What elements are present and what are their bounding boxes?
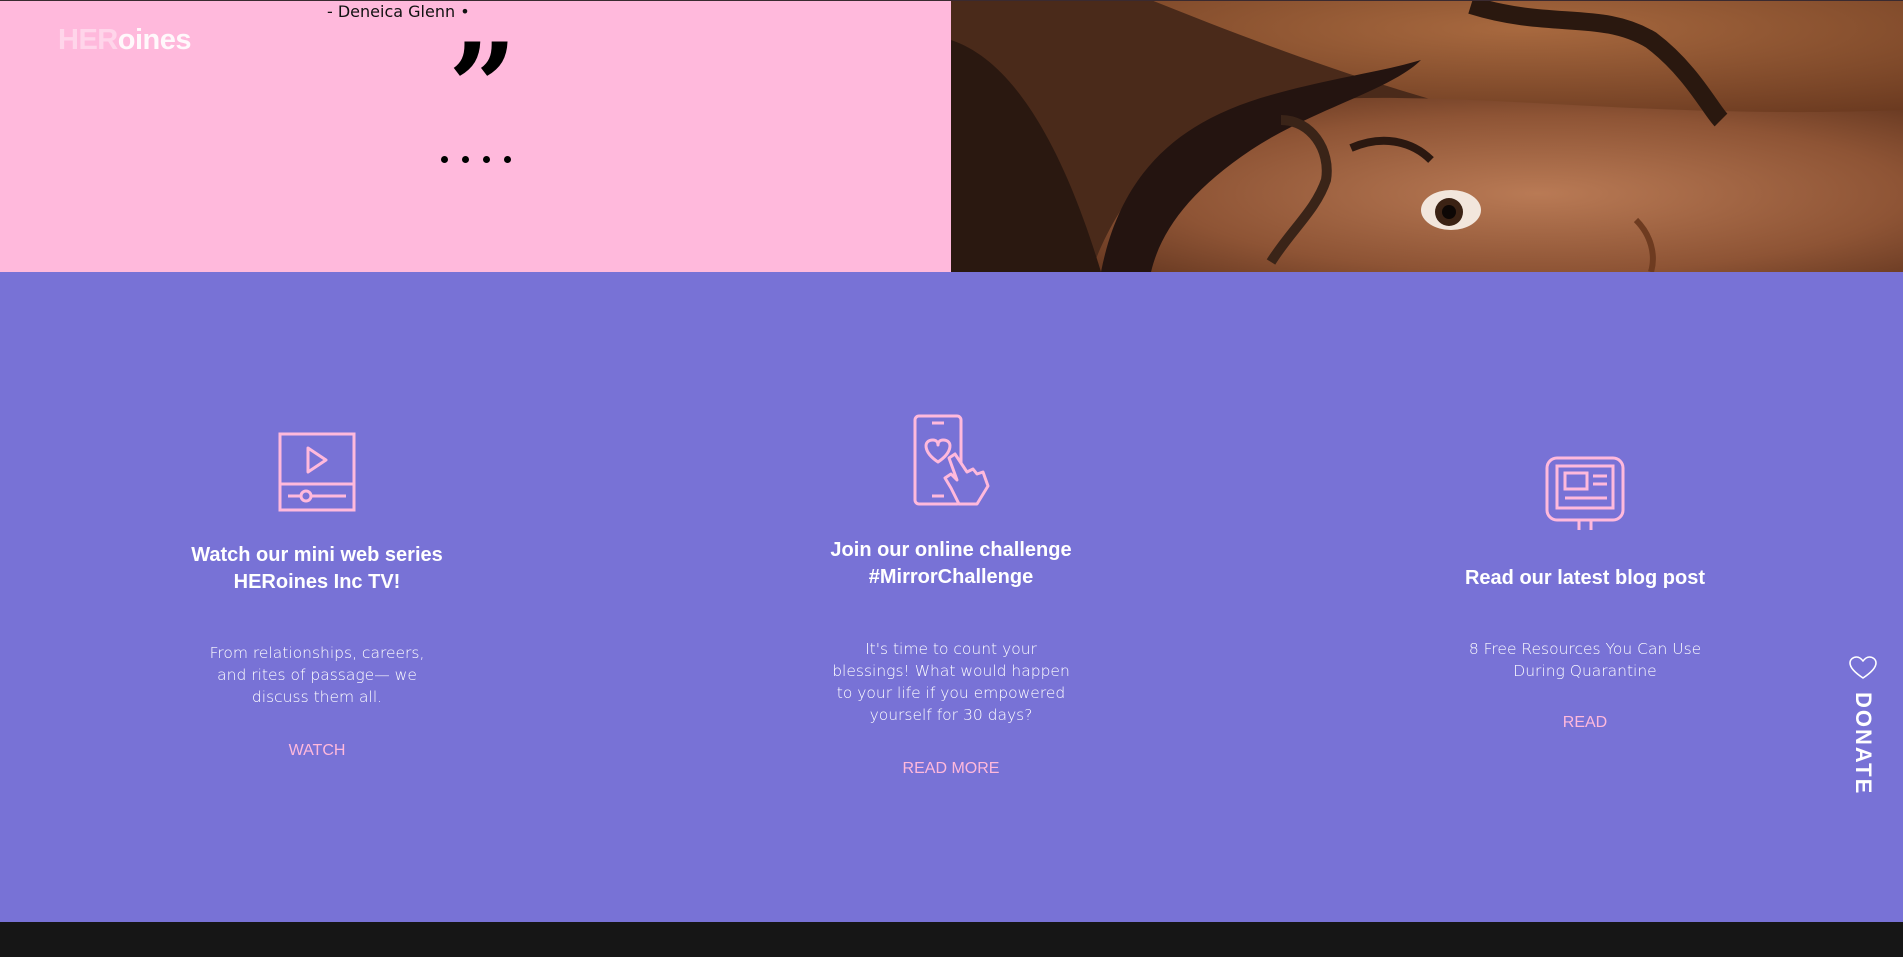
page-footer xyxy=(0,922,1903,957)
portrait-illustration xyxy=(951,0,1903,272)
slider-dot-2[interactable] xyxy=(462,156,469,163)
donate-button[interactable]: DONATE xyxy=(1840,656,1886,795)
feature-title: Read our latest blog post xyxy=(1268,565,1902,592)
feature-title: Watch our mini web series HERoines Inc T… xyxy=(0,542,634,596)
slider-dot-4[interactable] xyxy=(504,156,511,163)
hero-photo xyxy=(951,0,1903,272)
feature-description: 8 Free Resources You Can Use During Quar… xyxy=(1468,640,1702,680)
feature-title-line1: Join our online challenge xyxy=(830,539,1072,561)
feature-title-line2: #MirrorChallenge xyxy=(868,566,1034,588)
testimonial-hero: HERoines - Deneica Glenn • ” xyxy=(0,0,1903,272)
logo-text-oines: oines xyxy=(117,24,192,56)
quote-mark-icon: ” xyxy=(448,28,518,128)
feature-title-line2: HERoines Inc TV! xyxy=(233,571,401,593)
read-more-link[interactable]: READ MORE xyxy=(634,760,1268,778)
site-logo[interactable]: HERoines xyxy=(58,24,191,57)
logo-text-her: HER xyxy=(58,24,118,56)
computer-monitor-icon xyxy=(1545,456,1625,530)
feature-card-challenge: Join our online challenge #MirrorChallen… xyxy=(634,272,1268,922)
feature-description: From relationships, careers, and rites o… xyxy=(209,644,425,706)
feature-description: It's time to count your blessings! What … xyxy=(832,640,1070,724)
feature-title-line1: Read our latest blog post xyxy=(1464,567,1706,589)
read-link[interactable]: READ xyxy=(1268,714,1902,732)
quote-attribution: - Deneica Glenn • xyxy=(327,2,470,21)
features-section: Watch our mini web series HERoines Inc T… xyxy=(0,272,1903,922)
phone-heart-tap-icon xyxy=(913,414,990,506)
feature-title: Join our online challenge #MirrorChallen… xyxy=(634,537,1268,591)
heart-outline-icon xyxy=(1849,656,1877,679)
top-border xyxy=(0,0,1903,1)
feature-title-line1: Watch our mini web series xyxy=(191,544,443,566)
slider-dot-3[interactable] xyxy=(483,156,490,163)
feature-card-blog: Read our latest blog post 8 Free Resourc… xyxy=(1268,272,1902,922)
slider-pagination xyxy=(441,156,511,163)
quote-panel: HERoines - Deneica Glenn • ” xyxy=(0,0,951,272)
slider-dot-1[interactable] xyxy=(441,156,448,163)
donate-label: DONATE xyxy=(1851,692,1876,796)
feature-card-web-series: Watch our mini web series HERoines Inc T… xyxy=(0,272,634,922)
watch-link[interactable]: WATCH xyxy=(0,742,634,760)
video-player-icon xyxy=(278,432,356,512)
